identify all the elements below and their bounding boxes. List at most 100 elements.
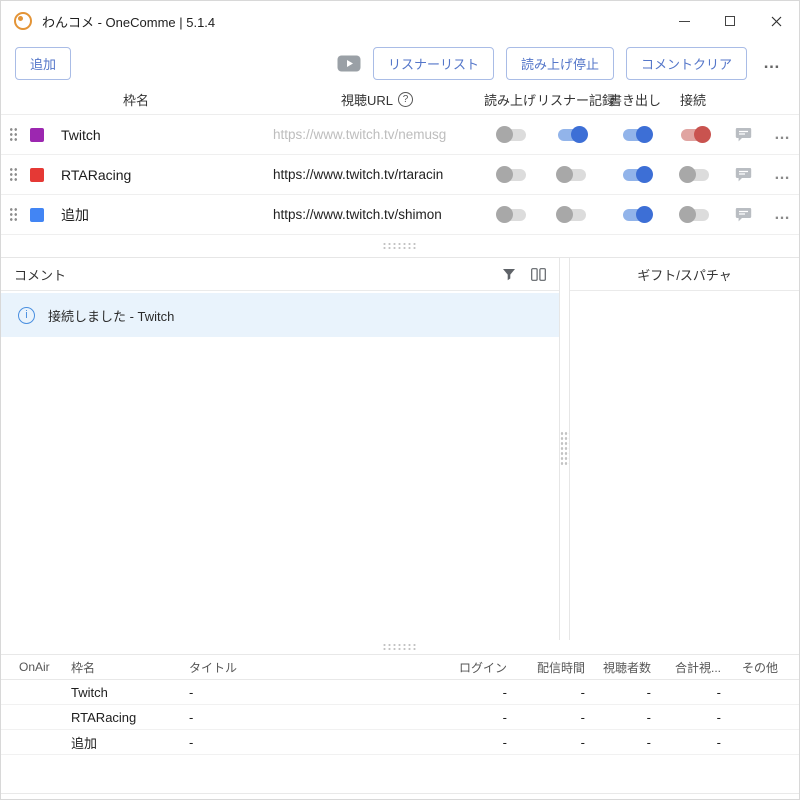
splitter-grip-icon[interactable] — [560, 431, 569, 467]
drag-handle-icon[interactable] — [9, 127, 18, 142]
chat-bubble-icon[interactable] — [735, 207, 752, 223]
toolbar: 追加 リスナーリスト 読み上げ停止 コメントクリア … — [1, 41, 799, 85]
frame-row-rtaracing: RTARacing https://www.twitch.tv/rtaracin… — [1, 155, 799, 195]
listener-log-toggle[interactable] — [558, 209, 586, 221]
connect-toggle[interactable] — [681, 169, 709, 181]
tts-toggle[interactable] — [498, 129, 526, 141]
column-tts: 読み上げ — [483, 90, 537, 109]
row-more-button[interactable]: … — [765, 206, 799, 224]
duration-cell: - — [507, 710, 585, 725]
window-title: わんコメ - OneComme | 5.1.4 — [42, 12, 215, 31]
system-message-text: 接続しました - Twitch — [48, 306, 174, 325]
viewers-cell: - — [585, 710, 651, 725]
status-row-rtaracing: RTARacing - - - - - — [1, 705, 799, 730]
gift-panel-header: ギフト/スパチャ — [570, 258, 799, 291]
drag-handle-icon[interactable] — [9, 167, 18, 182]
watch-url-input[interactable]: https://www.twitch.tv/rtaracin — [273, 167, 485, 182]
comment-panel: コメント i 接続しました - Twitch — [1, 258, 560, 640]
column-watch-url: 視聴URL ? — [271, 90, 483, 109]
frame-color-swatch[interactable] — [30, 168, 44, 182]
name-cell: Twitch — [71, 685, 189, 700]
titlebar: わんコメ - OneComme | 5.1.4 — [1, 1, 799, 41]
close-button[interactable] — [753, 1, 799, 41]
title-cell: - — [189, 710, 427, 725]
viewers-cell: - — [585, 735, 651, 750]
column-viewers: 視聴者数 — [585, 659, 651, 676]
row-more-button[interactable]: … — [765, 126, 799, 144]
app-logo-icon — [14, 12, 32, 30]
tts-toggle[interactable] — [498, 169, 526, 181]
frame-row-twitch: Twitch https://www.twitch.tv/nemusg … — [1, 115, 799, 155]
status-table-header: OnAir 枠名 タイトル ログイン 配信時間 視聴者数 合計視... その他 — [1, 654, 799, 680]
frame-name[interactable]: 追加 — [49, 205, 273, 225]
columns-icon[interactable] — [531, 268, 546, 281]
youtube-icon[interactable] — [337, 55, 361, 72]
login-cell: - — [427, 685, 507, 700]
title-cell: - — [189, 735, 427, 750]
column-frame-name: 枠名 — [1, 90, 271, 109]
watch-url-input[interactable]: https://www.twitch.tv/shimon — [273, 207, 485, 222]
listener-log-toggle[interactable] — [558, 169, 586, 181]
login-cell: - — [427, 710, 507, 725]
column-connect: 接続 — [667, 90, 719, 109]
frame-color-swatch[interactable] — [30, 128, 44, 142]
column-other: その他 — [721, 659, 799, 676]
duration-cell: - — [507, 685, 585, 700]
chat-bubble-icon[interactable] — [735, 167, 752, 183]
name-cell: RTARacing — [71, 710, 189, 725]
watch-url-input[interactable]: https://www.twitch.tv/nemusg — [273, 127, 485, 142]
horizontal-splitter[interactable] — [1, 235, 799, 257]
frames-table-header: 枠名 視聴URL ? 読み上げ リスナー記録 書き出し 接続 — [1, 85, 799, 115]
title-cell: - — [189, 685, 427, 700]
chat-bubble-icon[interactable] — [735, 127, 752, 143]
export-toggle[interactable] — [623, 169, 651, 181]
bottom-splitter[interactable] — [1, 640, 799, 654]
frame-name[interactable]: RTARacing — [49, 167, 273, 183]
total-viewers-cell: - — [651, 685, 721, 700]
vertical-splitter[interactable] — [560, 258, 569, 640]
column-listener-log: リスナー記録 — [537, 90, 603, 109]
column-total-viewers: 合計視... — [651, 659, 721, 676]
splitter-grip-icon[interactable] — [382, 643, 418, 652]
gift-panel: ギフト/スパチャ — [569, 258, 799, 640]
minimize-icon — [679, 21, 690, 22]
total-viewers-cell: - — [651, 735, 721, 750]
listener-list-button[interactable]: リスナーリスト — [373, 47, 494, 80]
export-toggle[interactable] — [623, 129, 651, 141]
window-footer — [1, 755, 799, 799]
column-duration: 配信時間 — [507, 659, 585, 676]
filter-icon[interactable] — [502, 268, 516, 281]
comment-clear-button[interactable]: コメントクリア — [626, 47, 747, 80]
column-title: タイトル — [189, 659, 427, 676]
connect-toggle[interactable] — [681, 129, 709, 141]
splitter-grip-icon[interactable] — [382, 242, 418, 251]
frame-name[interactable]: Twitch — [49, 127, 273, 143]
login-cell: - — [427, 735, 507, 750]
info-icon: i — [18, 307, 35, 324]
main-panels: コメント i 接続しました - Twitch ギフト/スパチャ — [1, 257, 799, 640]
toolbar-more-button[interactable]: … — [759, 53, 785, 73]
help-icon[interactable]: ? — [398, 92, 413, 107]
system-message-row: i 接続しました - Twitch — [1, 293, 559, 337]
maximize-button[interactable] — [707, 1, 753, 41]
column-export: 書き出し — [603, 90, 667, 109]
tts-toggle[interactable] — [498, 209, 526, 221]
close-icon — [771, 16, 782, 27]
tts-stop-button[interactable]: 読み上げ停止 — [506, 47, 614, 80]
minimize-button[interactable] — [661, 1, 707, 41]
drag-handle-icon[interactable] — [9, 207, 18, 222]
name-cell: 追加 — [71, 733, 189, 752]
total-viewers-cell: - — [651, 710, 721, 725]
add-frame-button[interactable]: 追加 — [15, 47, 71, 80]
column-onair: OnAir — [19, 660, 71, 674]
listener-log-toggle[interactable] — [558, 129, 586, 141]
status-row-twitch: Twitch - - - - - — [1, 680, 799, 705]
viewers-cell: - — [585, 685, 651, 700]
connect-toggle[interactable] — [681, 209, 709, 221]
duration-cell: - — [507, 735, 585, 750]
export-toggle[interactable] — [623, 209, 651, 221]
gift-panel-title: ギフト/スパチャ — [637, 265, 731, 284]
row-more-button[interactable]: … — [765, 166, 799, 184]
column-login: ログイン — [427, 659, 507, 676]
frame-color-swatch[interactable] — [30, 208, 44, 222]
